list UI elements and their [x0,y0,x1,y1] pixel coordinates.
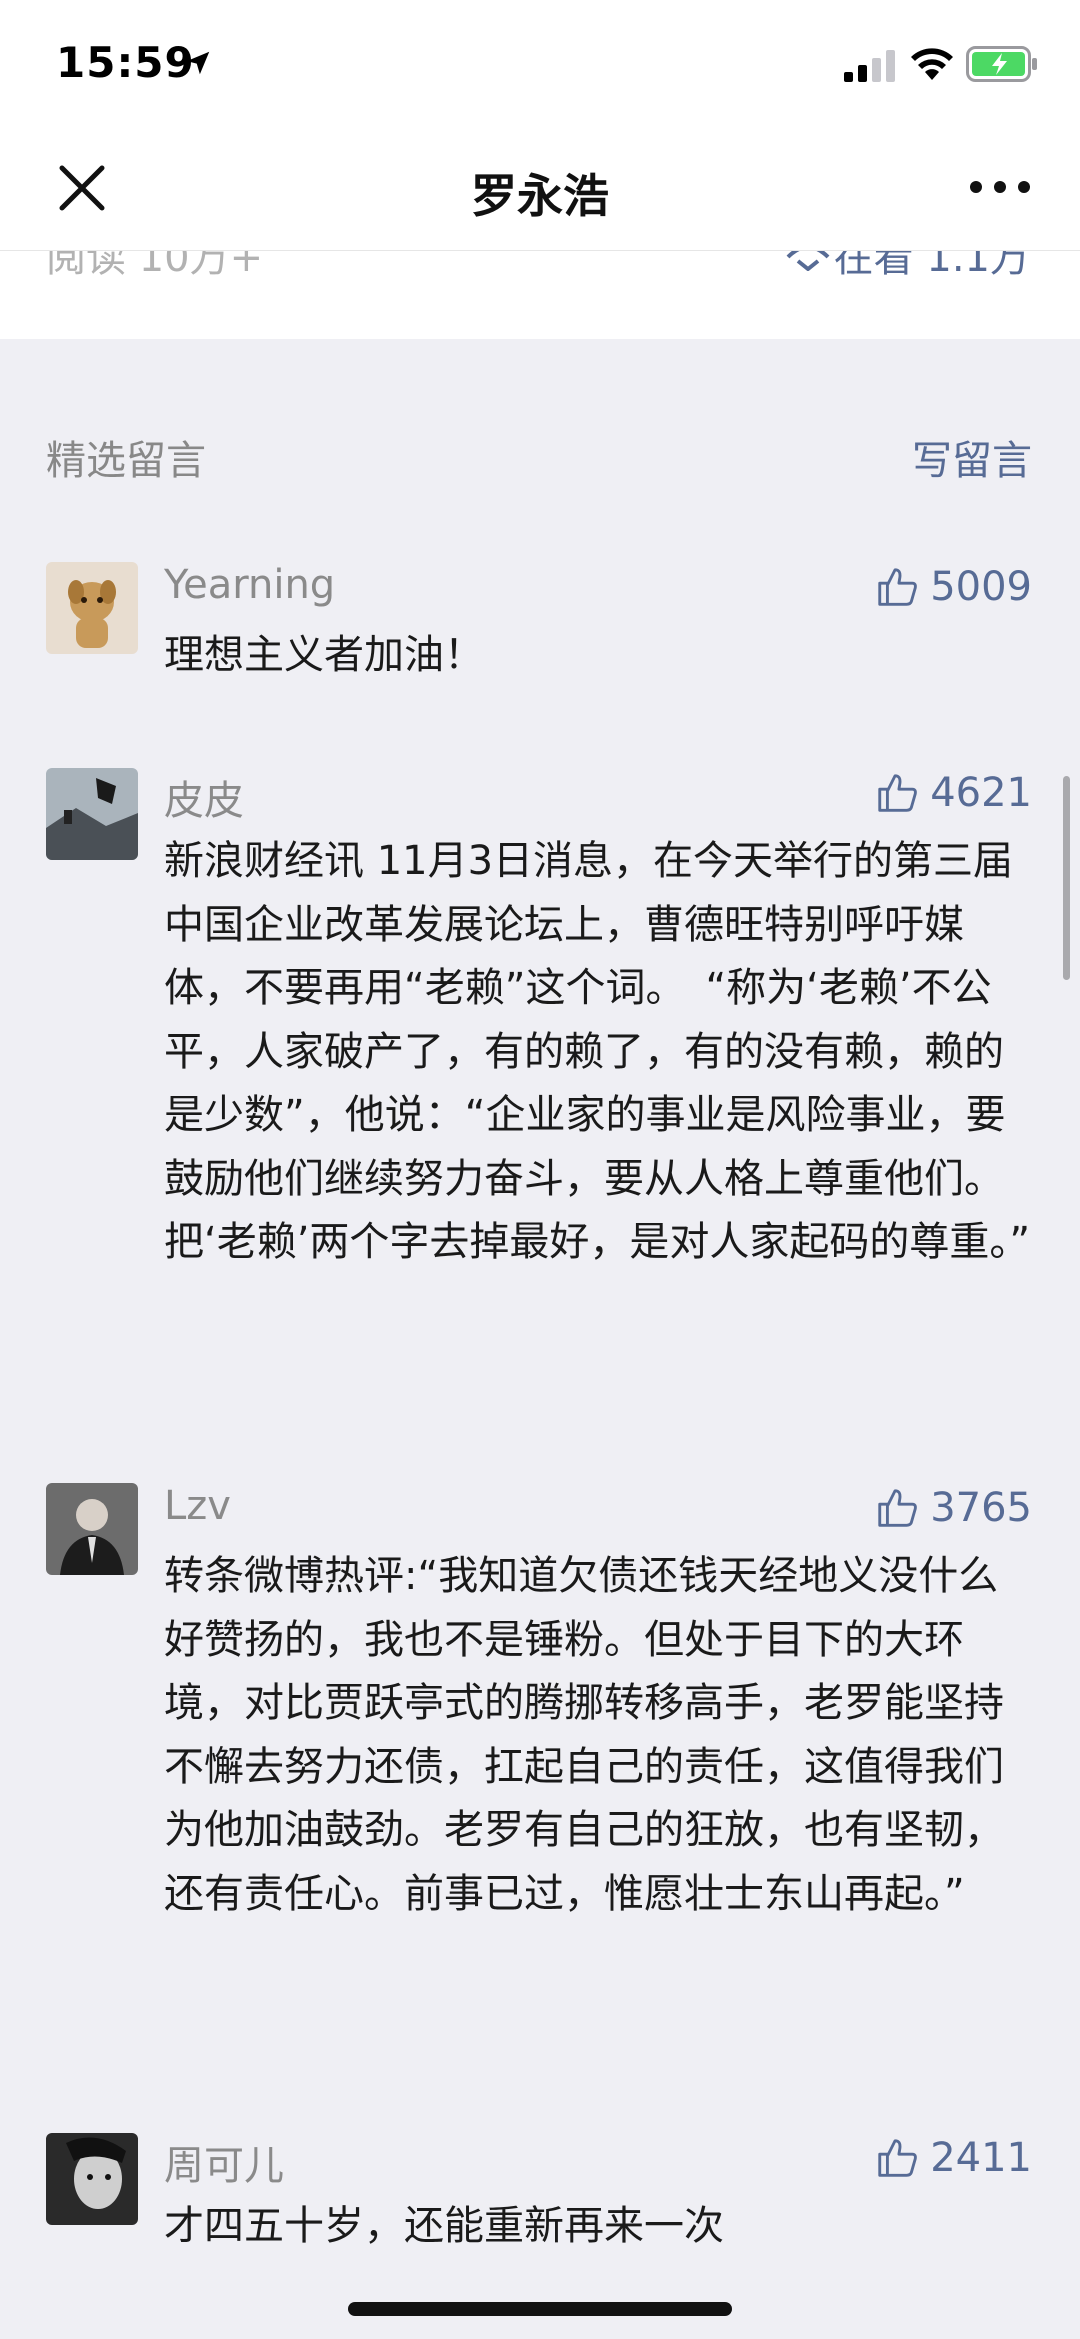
comment-text: 理想主义者加油！ [164,632,484,678]
read-count: 阅读 10万+ [46,251,264,281]
signal-icon [844,50,895,82]
home-indicator[interactable] [348,2302,732,2316]
scrollbar-thumb[interactable] [1063,776,1070,980]
article-stats: 阅读 10万+ 在看 1.1万 [0,251,1080,339]
comment-text: 新浪财经讯 11月3日消息，在今天举行的第三届中国企业改革发展论坛上，曹德旺特别… [164,838,1031,1265]
comment-nickname: Lzv [164,1483,231,1529]
avatar[interactable] [46,2133,138,2225]
looking-icon [786,251,830,271]
featured-comments-title: 精选留言 [46,438,206,484]
like-count: 4621 [930,770,1032,816]
like-button[interactable]: 4621 [874,770,1032,816]
like-button[interactable]: 5009 [874,564,1032,610]
comment-nickname: Yearning [164,562,336,608]
comment-item: 周可儿 2411 才四五十岁，还能重新再来一次 [0,2133,1080,2263]
avatar[interactable] [46,562,138,654]
status-bar: 15:59 [0,0,1080,130]
location-arrow-icon [186,51,210,75]
comment-nickname: 皮皮 [164,778,244,824]
avatar[interactable] [46,1483,138,1575]
wifi-icon [911,48,953,80]
like-count: 5009 [930,564,1032,610]
comment-item: 皮皮 4621 新浪财经讯 11月3日消息，在今天举行的第三届中国企业改革发展论… [0,768,1080,1408]
battery-charging-icon [966,46,1037,82]
thumbs-up-icon [878,774,918,812]
comment-item: Yearning 5009 理想主义者加油！ [0,562,1080,678]
like-count: 3765 [930,1485,1032,1531]
comment-text: 转条微博热评:“我知道欠债还钱天经地义没什么好赞扬的，我也不是锤粉。但处于目下的… [164,1553,1004,1917]
more-icon[interactable] [968,172,1032,202]
avatar[interactable] [46,768,138,860]
comment-item: Lzv 3765 转条微博热评:“我知道欠债还钱天经地义没什么好赞扬的，我也不是… [0,1483,1080,2053]
write-comment-link[interactable]: 写留言 [912,428,1032,486]
thumbs-up-icon [878,1489,918,1527]
looking-count[interactable]: 在看 1.1万 [834,251,1030,283]
status-time: 15:59 [56,38,195,87]
comment-text: 才四五十岁，还能重新再来一次 [164,2203,724,2249]
like-count: 2411 [930,2135,1032,2181]
comment-nickname: 周可儿 [164,2143,284,2189]
like-button[interactable]: 3765 [874,1485,1032,1531]
thumbs-up-icon [878,568,918,606]
like-button[interactable]: 2411 [874,2135,1032,2181]
thumbs-up-icon [878,2139,918,2177]
page-title: 罗永浩 [471,169,609,223]
